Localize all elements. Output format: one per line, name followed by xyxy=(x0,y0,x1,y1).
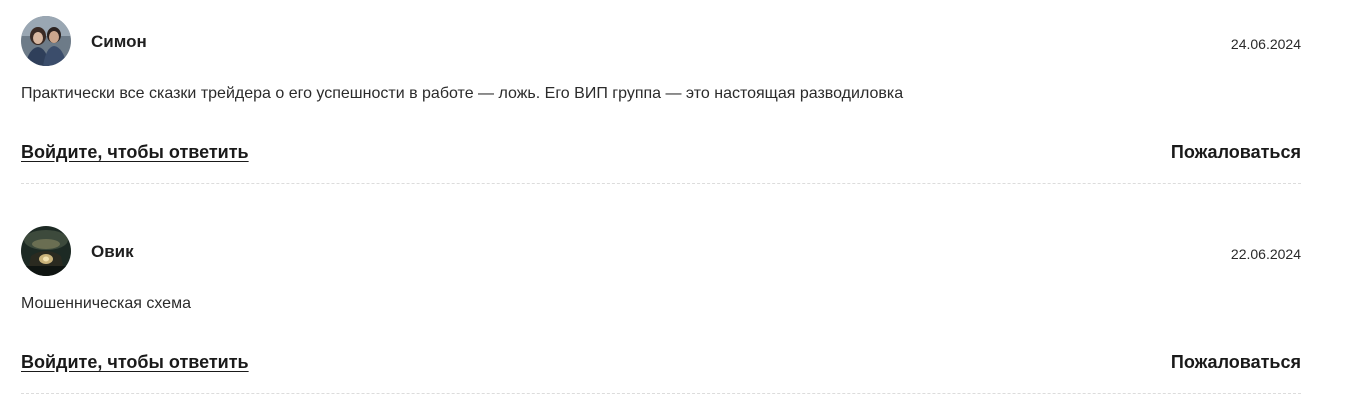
comment-header: Овик 22.06.2024 xyxy=(21,226,1301,278)
comment-item: Симон 24.06.2024 Практически все сказки … xyxy=(21,0,1301,210)
user-photo-icon xyxy=(21,226,71,276)
comment-date: 24.06.2024 xyxy=(1230,36,1301,52)
comment-date: 22.06.2024 xyxy=(1230,246,1301,262)
login-to-reply-link[interactable]: Войдите, чтобы ответить xyxy=(21,351,249,373)
avatar xyxy=(21,16,71,66)
divider xyxy=(21,183,1301,184)
comments-list: Симон 24.06.2024 Практически все сказки … xyxy=(21,0,1301,420)
comment-text: Практически все сказки трейдера о его ус… xyxy=(21,85,904,102)
divider xyxy=(21,393,1301,394)
avatar xyxy=(21,226,71,276)
comment-actions: Войдите, чтобы ответить Пожаловаться xyxy=(21,141,1301,165)
comment-actions: Войдите, чтобы ответить Пожаловаться xyxy=(21,351,1301,375)
comment-text: Мошенническая схема xyxy=(21,295,191,312)
comment-author: Симон xyxy=(91,32,147,51)
user-photo-icon xyxy=(21,16,71,66)
report-button[interactable]: Пожаловаться xyxy=(1171,141,1301,163)
comment-author: Овик xyxy=(91,242,134,261)
comment-item: Овик 22.06.2024 Мошенническая схема Войд… xyxy=(21,210,1301,420)
comment-header: Симон 24.06.2024 xyxy=(21,16,1301,68)
login-to-reply-link[interactable]: Войдите, чтобы ответить xyxy=(21,141,249,163)
report-button[interactable]: Пожаловаться xyxy=(1171,351,1301,373)
